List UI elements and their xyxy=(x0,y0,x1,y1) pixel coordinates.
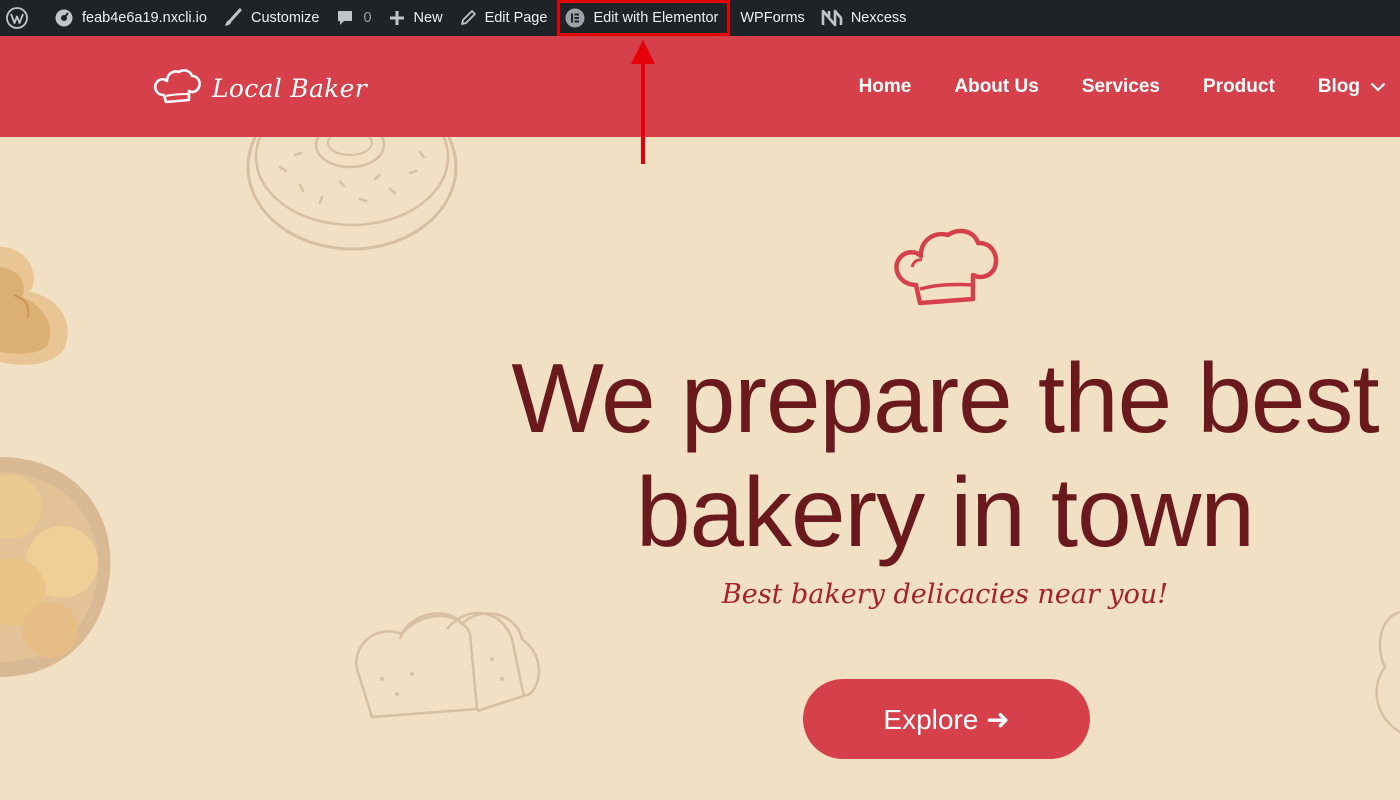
nav-blog[interactable]: Blog xyxy=(1318,76,1386,98)
hero-title-line-1: We prepare the best xyxy=(511,343,1379,453)
edit-with-elementor-label: Edit with Elementor xyxy=(593,10,719,26)
elementor-icon xyxy=(565,8,585,28)
annotation-arrow-icon xyxy=(631,40,655,164)
dashboard-icon xyxy=(54,8,74,28)
nav-about-us-label: About Us xyxy=(954,75,1039,97)
nav-product-label: Product xyxy=(1203,75,1275,97)
nav-product[interactable]: Product xyxy=(1203,76,1275,98)
hero-title-line-2: bakery in town xyxy=(636,457,1255,567)
bread-loaf-illustration xyxy=(355,611,541,719)
chef-hat-icon xyxy=(894,228,999,306)
edit-page-label: Edit Page xyxy=(484,10,548,26)
croissant-illustration xyxy=(0,247,68,365)
nav-blog-label: Blog xyxy=(1317,75,1360,97)
comments-link[interactable]: 0 xyxy=(327,0,379,36)
hero-subtitle: Best bakery delicacies near you! xyxy=(721,579,1169,610)
new-label: New xyxy=(413,10,443,26)
site-logo[interactable]: Local Baker xyxy=(152,68,367,108)
hero-section: We prepare the best bakery in town Best … xyxy=(0,137,1400,800)
donut-illustration xyxy=(246,137,458,251)
customize-link[interactable]: Customize xyxy=(215,0,328,36)
comments-count: 0 xyxy=(363,10,372,26)
explore-button[interactable]: Explore ➜ xyxy=(803,679,1090,759)
site-name-link[interactable]: feab4e6a19.nxcli.io xyxy=(46,0,215,36)
wordpress-logo-button[interactable] xyxy=(0,0,46,36)
wpforms-label: WPForms xyxy=(740,10,805,26)
plus-icon xyxy=(388,9,406,27)
customize-label: Customize xyxy=(250,10,320,26)
bread-bowl-illustration xyxy=(0,457,111,677)
pencil-icon xyxy=(459,9,477,27)
main-nav: Home About Us Services Product Blog xyxy=(859,36,1400,137)
wordpress-icon xyxy=(6,7,28,29)
edit-page-link[interactable]: Edit Page xyxy=(451,0,556,36)
nexcess-label: Nexcess xyxy=(850,10,907,26)
chevron-down-icon xyxy=(1370,82,1386,92)
new-content-link[interactable]: New xyxy=(380,0,451,36)
edit-with-elementor-link[interactable]: Edit with Elementor xyxy=(557,0,731,36)
chef-hat-icon xyxy=(152,68,202,108)
comment-icon xyxy=(335,8,355,28)
wp-admin-bar: feab4e6a19.nxcli.io Customize 0 New Edit… xyxy=(0,0,1400,36)
nexcess-link[interactable]: Nexcess xyxy=(813,0,915,36)
nav-services-label: Services xyxy=(1081,75,1160,97)
paintbrush-icon xyxy=(223,8,243,28)
pastry-illustration xyxy=(1375,610,1400,734)
nexcess-icon xyxy=(821,9,843,27)
site-header: Local Baker Home About Us Services Produ… xyxy=(0,36,1400,137)
logo-text: Local Baker xyxy=(212,73,367,103)
nav-about-us[interactable]: About Us xyxy=(954,76,1038,98)
wpforms-link[interactable]: WPForms xyxy=(732,0,812,36)
nav-home[interactable]: Home xyxy=(859,76,912,98)
hero-title: We prepare the best bakery in town xyxy=(445,341,1400,569)
site-name-label: feab4e6a19.nxcli.io xyxy=(82,10,207,26)
nav-services[interactable]: Services xyxy=(1082,76,1160,98)
nav-home-label: Home xyxy=(858,75,912,97)
